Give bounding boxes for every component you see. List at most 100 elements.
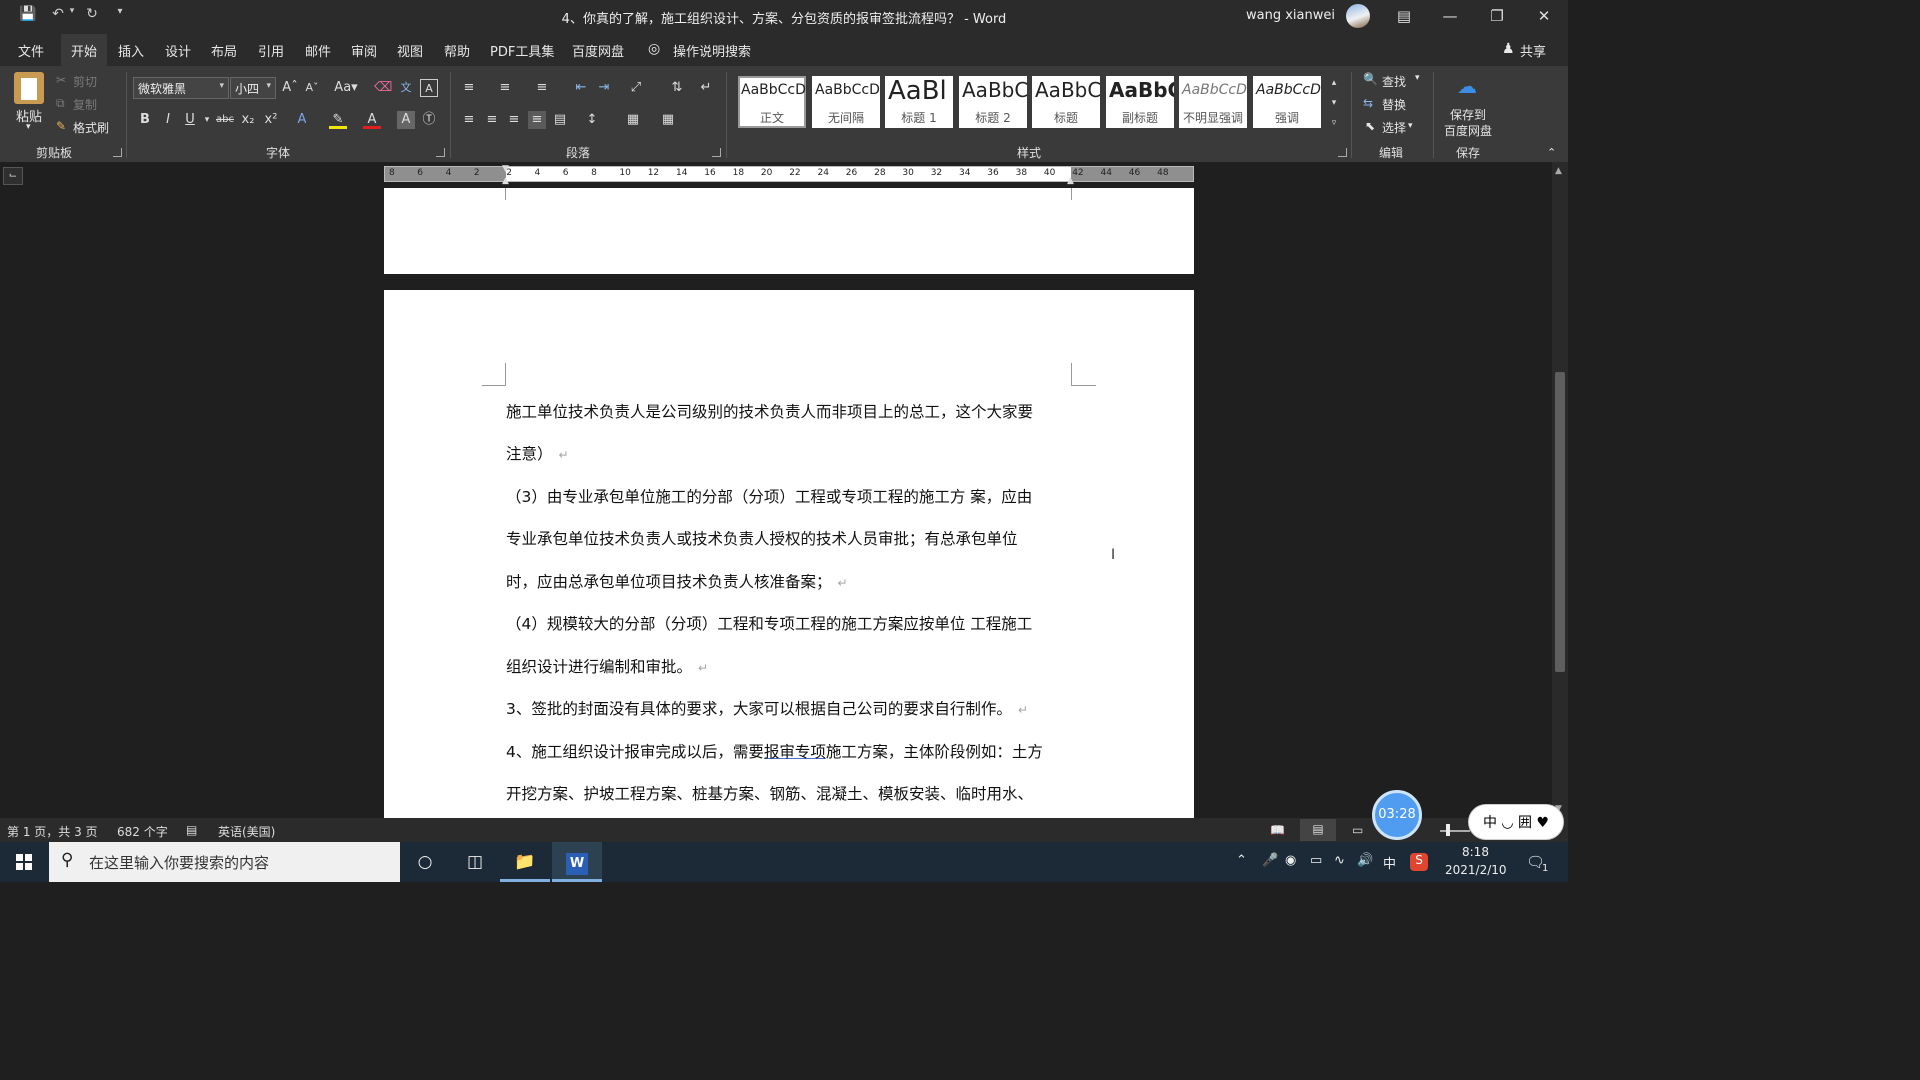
tab-baidu-netdisk[interactable]: 百度网盘: [572, 41, 624, 60]
tab-review[interactable]: 审阅: [351, 41, 377, 60]
tab-view[interactable]: 视图: [397, 41, 423, 60]
tab-home[interactable]: 开始: [61, 34, 108, 66]
page-1-bottom[interactable]: [384, 188, 1194, 274]
vertical-scrollbar[interactable]: ▲ ▼: [1552, 162, 1568, 818]
minimize-button[interactable]: —: [1427, 0, 1473, 32]
input-method-indicator[interactable]: 中: [1383, 853, 1396, 872]
phonetic-guide-icon[interactable]: 文: [397, 79, 415, 97]
paste-dropdown-icon[interactable]: ▾: [26, 122, 31, 132]
battery-icon[interactable]: ▭: [1310, 853, 1322, 868]
character-border-icon[interactable]: A: [420, 79, 438, 97]
format-painter-icon[interactable]: ✎: [56, 119, 66, 133]
clipboard-launcher-icon[interactable]: [113, 148, 122, 157]
baidu-cloud-icon[interactable]: ☁: [1457, 74, 1477, 98]
task-view-icon[interactable]: ◫: [450, 842, 500, 882]
share-button[interactable]: 共享: [1520, 41, 1546, 60]
copy-icon[interactable]: ⧉: [56, 96, 65, 111]
find-button[interactable]: 查找: [1382, 73, 1406, 90]
distributed-icon[interactable]: ▤: [551, 111, 569, 129]
character-shading-icon[interactable]: A: [397, 111, 415, 129]
style-heading-2[interactable]: AaBbC 标题 2: [959, 76, 1027, 128]
style-emphasis[interactable]: AaBbCcDc 强调: [1253, 76, 1321, 128]
align-left-icon[interactable]: ≡: [460, 111, 478, 129]
start-button[interactable]: [0, 842, 48, 882]
language-indicator[interactable]: 英语(美国): [218, 823, 275, 840]
print-layout-icon[interactable]: ▤: [1300, 819, 1336, 841]
highlight-icon[interactable]: ✎: [329, 111, 347, 129]
cut-icon[interactable]: ✂: [56, 73, 66, 87]
word-app-icon[interactable]: W: [552, 842, 602, 882]
web-layout-icon[interactable]: ▭: [1352, 823, 1363, 837]
text-effects-icon[interactable]: A: [293, 111, 311, 129]
save-to-baidu-button[interactable]: 保存到: [1450, 106, 1486, 123]
subscript-icon[interactable]: x₂: [239, 111, 257, 129]
tab-file[interactable]: 文件: [18, 41, 44, 60]
right-indent-marker[interactable]: ▲: [1067, 176, 1074, 186]
scrollbar-thumb[interactable]: [1555, 372, 1565, 672]
tab-insert[interactable]: 插入: [118, 41, 144, 60]
cut-button[interactable]: 剪切: [73, 73, 97, 90]
multilevel-list-icon[interactable]: ≡: [533, 79, 551, 97]
grow-font-icon[interactable]: Aˆ: [281, 79, 299, 97]
borders-icon[interactable]: ▦: [659, 111, 677, 129]
replace-icon[interactable]: ⇆: [1363, 96, 1373, 110]
clear-formatting-icon[interactable]: ⌫: [374, 79, 392, 97]
tab-help[interactable]: 帮助: [444, 41, 470, 60]
shading-icon[interactable]: ▦: [624, 111, 642, 129]
style-no-spacing[interactable]: AaBbCcDc 无间隔: [812, 76, 880, 128]
bullets-icon[interactable]: ≡: [460, 79, 478, 97]
decrease-indent-icon[interactable]: ⇤: [572, 79, 590, 97]
ime-floating-bar[interactable]: 中 ◡ 囲 ♥: [1468, 804, 1564, 840]
styles-launcher-icon[interactable]: [1338, 148, 1347, 157]
show-marks-icon[interactable]: ↵: [697, 79, 715, 97]
strikethrough-icon[interactable]: abc: [216, 111, 234, 129]
underline-dropdown-icon[interactable]: ▾: [198, 111, 216, 129]
align-right-icon[interactable]: ≡: [505, 111, 523, 129]
shrink-font-icon[interactable]: Aˇ: [303, 79, 321, 97]
paragraph-launcher-icon[interactable]: [712, 148, 721, 157]
tab-references[interactable]: 引用: [258, 41, 284, 60]
copy-button[interactable]: 复制: [73, 96, 97, 113]
clock-date[interactable]: 2021/2/10: [1445, 863, 1507, 877]
tell-me-search[interactable]: 操作说明搜索: [673, 41, 751, 60]
user-name[interactable]: wang xianwei: [1246, 8, 1335, 23]
numbering-icon[interactable]: ≡: [496, 79, 514, 97]
tab-layout[interactable]: 布局: [211, 41, 237, 60]
style-title[interactable]: AaBbC 标题: [1032, 76, 1100, 128]
align-center-icon[interactable]: ≡: [483, 111, 501, 129]
increase-indent-icon[interactable]: ⇥: [595, 79, 613, 97]
enclose-characters-icon[interactable]: Ⓣ: [420, 111, 438, 129]
styles-scroll-down-icon[interactable]: ▾: [1325, 94, 1343, 112]
sogou-icon[interactable]: S: [1410, 853, 1428, 871]
word-count[interactable]: 682 个字: [117, 823, 168, 840]
tab-mailings[interactable]: 邮件: [305, 41, 331, 60]
underline-icon[interactable]: U: [181, 111, 199, 129]
superscript-icon[interactable]: x²: [262, 111, 280, 129]
styles-scroll-up-icon[interactable]: ▴: [1325, 74, 1343, 92]
italic-icon[interactable]: I: [159, 111, 177, 129]
grammar-underlined-text[interactable]: 报审专项: [764, 743, 826, 761]
select-icon[interactable]: ⬉: [1365, 119, 1375, 133]
volume-icon[interactable]: 🔊: [1357, 853, 1373, 868]
collapse-ribbon-icon[interactable]: ⌃: [1547, 146, 1556, 159]
avatar[interactable]: [1346, 4, 1370, 28]
ribbon-display-icon[interactable]: ▤: [1381, 0, 1427, 32]
sort-icon[interactable]: ⇅: [668, 79, 686, 97]
style-heading-1[interactable]: AaBl 标题 1: [885, 76, 953, 128]
font-name-combo[interactable]: 微软雅黑 ▾: [133, 77, 229, 99]
tab-selector[interactable]: ⌙: [3, 167, 23, 185]
chinese-layout-icon[interactable]: ⤢: [627, 79, 645, 97]
style-normal[interactable]: AaBbCcDc 正文: [738, 76, 806, 128]
select-button[interactable]: 选择: [1382, 119, 1406, 136]
tab-design[interactable]: 设计: [165, 41, 191, 60]
change-case-icon[interactable]: Aa▾: [333, 79, 359, 97]
tray-expand-icon[interactable]: ⌃: [1236, 853, 1247, 868]
recording-timer[interactable]: 03:28: [1372, 790, 1422, 840]
style-subtitle[interactable]: AaBbC 副标题: [1106, 76, 1174, 128]
format-painter-button[interactable]: 格式刷: [73, 119, 109, 136]
line-spacing-icon[interactable]: ↕: [583, 111, 601, 129]
hanging-indent-marker[interactable]: ▲: [502, 176, 509, 186]
font-color-icon[interactable]: A: [363, 111, 381, 129]
horizontal-ruler[interactable]: 8 6 4 2 2 4 6 8 10 12 14 16 18 20 22 24 26 28 30 32 34 36 38 40…: [384, 164, 1194, 186]
bold-icon[interactable]: B: [136, 111, 154, 129]
